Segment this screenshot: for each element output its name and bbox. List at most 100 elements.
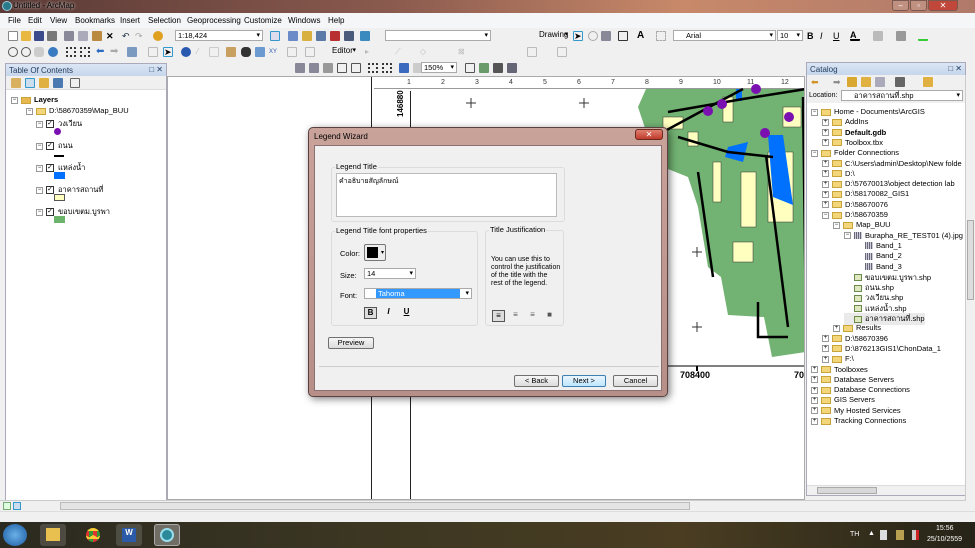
catalog-horizontal-scrollbar[interactable] [807,485,965,495]
split-icon[interactable]: ⊠ [458,47,468,57]
zoom-whole-page-icon[interactable] [601,31,611,41]
select-elements-icon[interactable]: ➤ [573,31,583,41]
html-popup-icon[interactable] [209,47,219,57]
list-by-selection-icon[interactable] [53,78,63,88]
catalog-item[interactable]: − Home - Documents\ArcGIS [811,107,925,116]
text-icon[interactable]: A [637,31,647,41]
expand-toggle[interactable]: + [822,170,829,178]
new-icon[interactable] [8,31,18,41]
find-icon[interactable] [241,47,251,57]
expand-toggle[interactable]: − [822,211,829,219]
map-scale-select[interactable]: 1:18,424 [175,30,263,41]
expand-toggle[interactable]: + [822,118,829,126]
catalog-item[interactable]: + Database Servers [811,375,894,384]
location-select[interactable]: อาคารสถานที่.shp [841,90,963,101]
catalog-item[interactable]: − Burapha_RE_TEST01 (4).jpg [844,231,963,240]
scroll-thumb[interactable] [60,502,690,510]
layout-view-button[interactable] [13,502,21,510]
forward-icon[interactable]: ➡ [833,77,843,87]
open-icon[interactable] [21,31,31,41]
catalog-item[interactable]: + F:\ [822,354,854,363]
python-window-icon[interactable] [344,31,354,41]
copy-icon[interactable] [78,31,88,41]
catalog-item[interactable]: − Map_BUU [833,220,891,229]
tray-expand-icon[interactable]: ▲ [868,530,875,537]
font-size-select[interactable]: 10 [777,30,803,41]
minimize-button[interactable]: – [892,0,909,11]
construction-icon[interactable]: ◇ [420,47,430,57]
layout-horizontal-scrollbar[interactable] [0,500,966,511]
toggle-draft-icon[interactable] [465,63,475,73]
fixed-zoom-in-icon[interactable] [66,47,76,57]
toc-close-button[interactable]: □ ✕ [149,65,163,74]
sketch-properties-icon[interactable] [557,47,567,57]
catalog-item[interactable]: + Toolboxes [811,365,868,374]
data-view-button[interactable] [3,502,11,510]
catalog-item[interactable]: + Default.gdb [822,128,886,137]
catalog-item[interactable]: − Folder Connections [811,148,899,157]
data-driven-pages-icon[interactable] [507,63,517,73]
layout-zoom-select[interactable]: 150% [421,62,457,73]
goto-xy-icon[interactable]: XY [269,47,279,57]
catalog-item[interactable]: + AddIns [822,117,868,126]
list-by-drawing-order-icon[interactable] [11,78,21,88]
chrome-taskbar-button[interactable] [80,524,106,546]
find-route-icon[interactable] [255,47,265,57]
expand-toggle[interactable]: + [811,376,818,384]
layer-checkbox[interactable]: ✓ [46,142,54,151]
expand-toggle[interactable]: − [833,221,840,229]
catalog-item[interactable]: Band_3 [855,262,902,271]
measure-icon[interactable] [226,47,236,57]
menu-windows[interactable]: Windows [288,16,320,25]
print-icon[interactable] [47,31,57,41]
new-folder-icon[interactable] [923,77,933,87]
layer-checkbox[interactable]: ✓ [46,164,54,173]
up-one-level-icon[interactable] [847,77,857,87]
menu-view[interactable]: View [50,16,67,25]
catalog-item[interactable]: + C:\Users\admin\Desktop\New folde [822,159,962,168]
change-layout-icon[interactable] [493,63,503,73]
home-icon[interactable] [861,77,871,87]
layer-checkbox[interactable]: ✓ [46,120,54,129]
font-color-icon[interactable]: A [850,31,860,41]
fixed-zoom-out-icon[interactable] [80,47,90,57]
cut-icon[interactable] [64,31,74,41]
add-data-icon[interactable] [153,31,163,41]
font-select[interactable]: Tahoma [364,288,472,299]
start-button[interactable] [3,524,27,546]
italic-button[interactable]: I [820,31,830,41]
clock-time[interactable]: 15:56 [936,525,954,532]
editor-menu[interactable]: Editor [330,46,358,57]
arcmap-taskbar-button[interactable] [154,524,180,546]
layout-pan-icon[interactable] [323,63,333,73]
catalog-close-button[interactable]: □ ✕ [948,64,962,73]
catalog-item[interactable]: Band_2 [855,251,902,260]
rectangle-icon[interactable] [618,31,628,41]
word-taskbar-button[interactable]: W [116,524,142,546]
layer-checkbox[interactable]: ✓ [46,186,54,195]
justify-right-button[interactable]: ≡ [526,310,539,322]
catalog-item[interactable]: + D:\ [822,169,855,178]
zoom-whole-page-icon[interactable] [337,63,347,73]
delete-icon[interactable]: ✕ [106,31,116,41]
layout-zoom-in-icon[interactable] [295,63,305,73]
toc-layer-3[interactable]: − ✓ อาคารสถานที่ [36,184,103,196]
search-window-icon[interactable] [316,31,326,41]
action-center-icon[interactable] [880,530,887,540]
explorer-taskbar-button[interactable] [40,524,66,546]
menu-help[interactable]: Help [328,16,344,25]
catalog-item[interactable]: + Toolbox.tbx [822,138,883,147]
clear-selection-icon[interactable] [148,47,158,57]
expand-toggle[interactable]: + [822,190,829,198]
expand-toggle[interactable]: + [822,355,829,363]
expand-toggle[interactable]: + [822,335,829,343]
arctoolbox-icon[interactable] [330,31,340,41]
cancel-button[interactable]: Cancel [613,375,658,387]
expand-toggle[interactable]: − [811,149,818,157]
menu-geoprocessing[interactable]: Geoprocessing [187,16,241,25]
expand-toggle[interactable]: + [822,180,829,188]
expand-toggle[interactable]: + [822,129,829,137]
zoom-out-icon[interactable] [21,47,31,57]
paste-icon[interactable] [92,31,102,41]
catalog-item[interactable]: + My Hosted Services [811,406,901,415]
